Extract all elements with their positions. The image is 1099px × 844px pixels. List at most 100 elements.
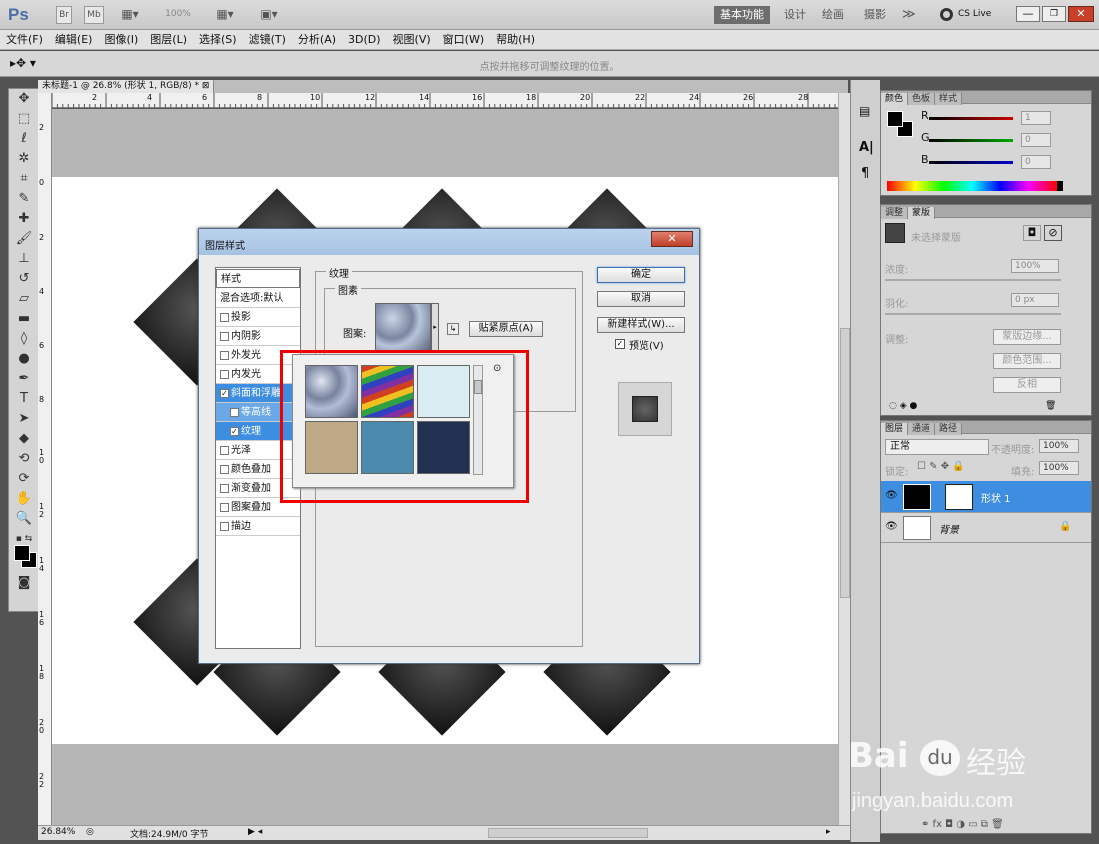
styles-header[interactable]: 样式: [216, 269, 300, 288]
hand-tool-icon[interactable]: ✋: [9, 489, 39, 509]
ok-button[interactable]: 确定: [597, 267, 685, 283]
tab-masks[interactable]: 蒙版: [908, 207, 936, 219]
menu-edit[interactable]: 编辑(E): [49, 30, 99, 50]
scroll-right-icon[interactable]: ▸: [826, 827, 831, 837]
checkbox[interactable]: [220, 521, 229, 531]
3d-rotate-tool-icon[interactable]: ⟲: [9, 449, 39, 469]
status-menu-arrow-icon[interactable]: ▶ ◂: [248, 827, 262, 837]
checkbox[interactable]: [220, 350, 229, 360]
tab-layers[interactable]: 图层: [881, 423, 909, 435]
view-extras-icon[interactable]: ▦▾: [116, 6, 144, 24]
density-slider[interactable]: [885, 279, 1061, 281]
history-brush-tool-icon[interactable]: ↺: [9, 269, 39, 289]
cancel-button[interactable]: 取消: [597, 291, 685, 307]
blending-options-item[interactable]: 混合选项:默认: [216, 289, 300, 308]
workspace-essentials[interactable]: 基本功能: [714, 6, 770, 24]
checkbox[interactable]: [220, 331, 229, 341]
menu-3d[interactable]: 3D(D): [342, 30, 387, 50]
checkbox[interactable]: [220, 483, 229, 493]
quick-mask-icon[interactable]: ◙: [9, 573, 39, 593]
screen-mode-icon[interactable]: ▣▾: [254, 6, 284, 24]
pattern-preview-swatch[interactable]: [375, 303, 431, 353]
menu-layer[interactable]: 图层(L): [144, 30, 193, 50]
3d-orbit-tool-icon[interactable]: ⟳: [9, 469, 39, 489]
add-pixel-mask-icon[interactable]: ◘: [1023, 225, 1041, 241]
red-value[interactable]: 1: [1021, 111, 1051, 125]
bridge-button[interactable]: Br: [56, 6, 72, 24]
close-app-button[interactable]: ✕: [1068, 6, 1094, 22]
feather-slider[interactable]: [885, 313, 1061, 315]
default-colors-icon[interactable]: ▪ ⇆: [9, 529, 39, 544]
healing-brush-tool-icon[interactable]: ✚: [9, 209, 39, 229]
snap-origin-button[interactable]: 贴紧原点(A): [469, 321, 543, 337]
blue-value[interactable]: 0: [1021, 155, 1051, 169]
style-item-stroke[interactable]: 描边: [216, 517, 300, 536]
menu-view[interactable]: 视图(V): [387, 30, 437, 50]
shape-tool-icon[interactable]: ◆: [9, 429, 39, 449]
color-ramp-black[interactable]: [1057, 181, 1063, 191]
workspace-design[interactable]: 设计: [778, 6, 812, 24]
green-value[interactable]: 0: [1021, 133, 1051, 147]
color-ramp[interactable]: [887, 181, 1057, 191]
pattern-dropdown-arrow-icon[interactable]: ▸: [431, 303, 439, 353]
fill-value[interactable]: 100%: [1039, 461, 1079, 475]
checkbox[interactable]: [220, 445, 229, 455]
mask-edge-button[interactable]: 蒙版边缘...: [993, 329, 1061, 345]
magic-wand-tool-icon[interactable]: ✲: [9, 149, 39, 169]
blend-mode-select[interactable]: 正常: [885, 439, 989, 455]
checkbox[interactable]: ✓: [220, 388, 229, 398]
tab-paths[interactable]: 路径: [935, 423, 963, 435]
zoom-tool-icon[interactable]: 🔍: [9, 509, 39, 529]
invert-button[interactable]: 反相: [993, 377, 1061, 393]
menu-select[interactable]: 选择(S): [193, 30, 243, 50]
more-workspaces-button[interactable]: ≫: [896, 6, 922, 24]
eye-icon[interactable]: 👁: [885, 521, 898, 532]
type-tool-icon[interactable]: T: [9, 389, 39, 409]
minimize-button[interactable]: —: [1016, 6, 1040, 22]
add-vector-mask-icon[interactable]: ⊘: [1044, 225, 1062, 241]
green-slider[interactable]: [929, 139, 1013, 142]
checkbox[interactable]: [220, 464, 229, 474]
actions-panel-icon[interactable]: ▤: [859, 104, 870, 118]
workspace-photography[interactable]: 摄影: [858, 6, 892, 24]
blur-tool-icon[interactable]: ◊: [9, 329, 39, 349]
restore-button[interactable]: ❐: [1042, 6, 1066, 22]
checkbox[interactable]: [220, 502, 229, 512]
color-fg-swatch[interactable]: [887, 111, 903, 127]
marquee-tool-icon[interactable]: ⬚: [9, 109, 39, 129]
scroll-thumb[interactable]: [840, 328, 850, 598]
checkbox[interactable]: ✓: [230, 426, 239, 436]
density-value[interactable]: 100%: [1011, 259, 1059, 273]
layer-row[interactable]: 👁 形状 1: [881, 481, 1091, 513]
menu-help[interactable]: 帮助(H): [490, 30, 541, 50]
tab-swatches[interactable]: 色板: [908, 93, 936, 105]
dodge-tool-icon[interactable]: ●: [9, 349, 39, 369]
mask-delete-icon[interactable]: 🗑: [1045, 401, 1056, 411]
feather-value[interactable]: 0 px: [1011, 293, 1059, 307]
document-tab[interactable]: 未标题-1 @ 26.8% (形状 1, RGB/8) * ⊠: [38, 80, 215, 93]
lock-icons[interactable]: ☐ ✎ ✥ 🔒: [917, 461, 965, 472]
checkbox[interactable]: [220, 312, 229, 322]
menu-image[interactable]: 图像(I): [98, 30, 144, 50]
menu-file[interactable]: 文件(F): [0, 30, 49, 50]
create-preset-icon[interactable]: ↳: [447, 323, 459, 335]
menu-filter[interactable]: 滤镜(T): [243, 30, 292, 50]
minibridge-button[interactable]: Mb: [84, 6, 104, 24]
foreground-color[interactable]: [14, 545, 30, 561]
path-selection-tool-icon[interactable]: ➤: [9, 409, 39, 429]
tab-color[interactable]: 颜色: [881, 93, 909, 105]
color-range-button[interactable]: 颜色范围...: [993, 353, 1061, 369]
character-panel-icon[interactable]: A|: [859, 140, 874, 155]
new-style-button[interactable]: 新建样式(W)...: [597, 317, 685, 333]
checkbox[interactable]: [230, 407, 239, 417]
zoom-level-select[interactable]: 100%: [158, 6, 198, 24]
tab-channels[interactable]: 通道: [908, 423, 936, 435]
blue-slider[interactable]: [929, 161, 1013, 164]
crop-tool-icon[interactable]: ⌗: [9, 169, 39, 189]
clone-stamp-tool-icon[interactable]: ⊥: [9, 249, 39, 269]
vertical-scrollbar[interactable]: [838, 93, 850, 825]
mask-footer-icons[interactable]: ◌ ◈ ●: [889, 401, 917, 411]
eraser-tool-icon[interactable]: ▱: [9, 289, 39, 309]
move-tool-icon[interactable]: ✥: [9, 89, 39, 109]
status-zoom[interactable]: 26.84%: [41, 827, 75, 837]
